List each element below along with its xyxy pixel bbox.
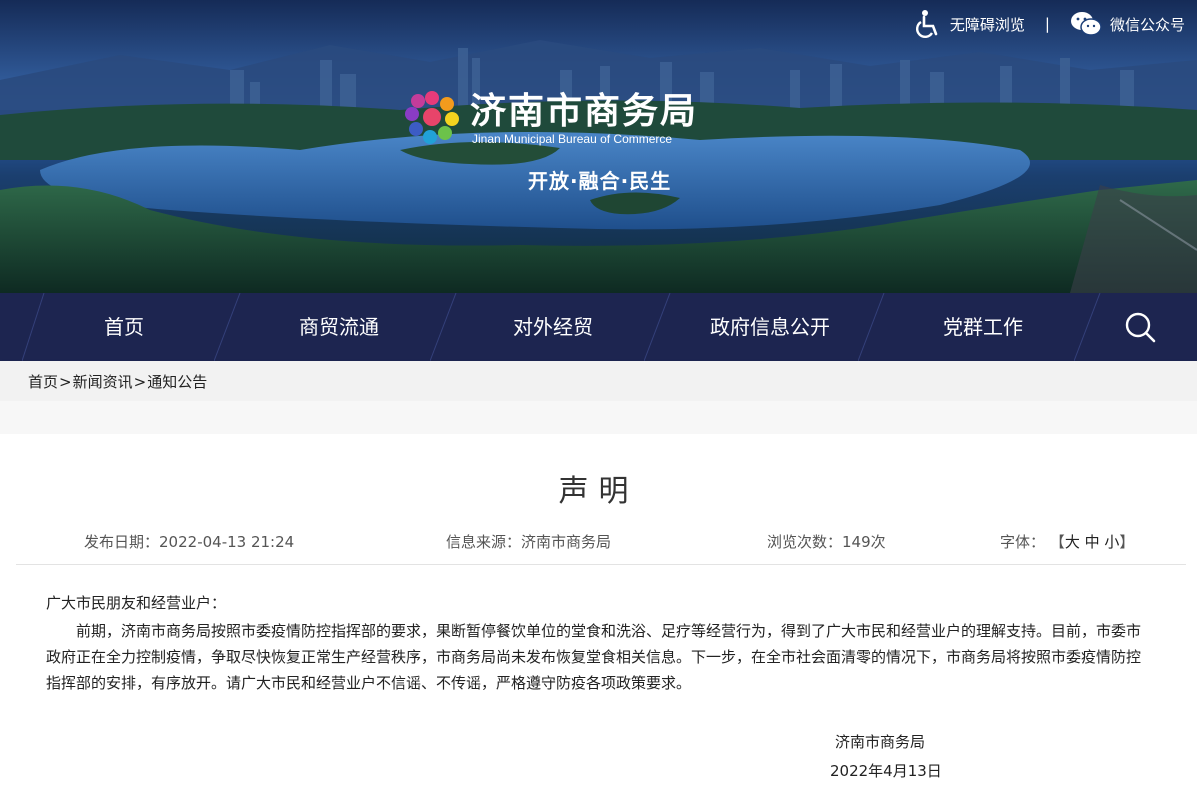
info-source-label: 信息来源：	[446, 533, 522, 551]
font-size-controls: 字体： 【大 中 小】	[1000, 531, 1134, 552]
article-date: 2022年4月13日	[830, 762, 942, 780]
article-title: 声明	[558, 474, 639, 509]
article-paragraph: 前期，济南市商务局按照市委疫情防控指挥部的要求，果断暂停餐饮单位的堂食和洗浴、足…	[46, 622, 1142, 692]
nav-divider	[430, 293, 457, 361]
accessibility-label: 无障碍浏览	[949, 15, 1025, 34]
wechat-label: 微信公众号	[1109, 15, 1185, 34]
font-small-button[interactable]: 小	[1104, 533, 1119, 551]
breadcrumb-separator: >	[59, 373, 72, 391]
nav-item-gov-info[interactable]: 政府信息公开	[700, 293, 840, 361]
publish-date-value: 2022-04-13 21:24	[159, 533, 295, 551]
nav-item-party-work[interactable]: 党群工作	[918, 293, 1048, 361]
font-large-button[interactable]: 大	[1065, 533, 1080, 551]
view-count-label: 浏览次数：	[767, 533, 843, 551]
publish-date-label: 发布日期：	[84, 533, 160, 551]
breadcrumb-news[interactable]: 新闻资讯	[73, 373, 133, 391]
font-size-label: 字体：	[1000, 533, 1046, 551]
breadcrumb-bar: 首页>新闻资讯>通知公告	[0, 361, 1197, 401]
slogan: 开放·融合·民生	[528, 169, 672, 193]
wheelchair-icon	[915, 10, 938, 38]
nav-divider	[858, 293, 885, 361]
nav-item-home[interactable]: 首页	[64, 293, 184, 361]
article-body: 广大市民朋友和经营业户： 前期，济南市商务局按照市委疫情防控指挥部的要求，果断暂…	[46, 590, 1146, 696]
logo-emblem-icon	[405, 91, 459, 144]
header-banner: 无障碍浏览 | 微信公众号 济南市商务局 Jinan Municipal Bur…	[0, 0, 1197, 293]
font-bracket-close: 】	[1119, 533, 1135, 551]
view-count: 浏览次数：149次	[767, 531, 886, 552]
breadcrumb-separator: >	[133, 373, 147, 391]
nav-divider	[1074, 293, 1101, 361]
section-spacer	[0, 401, 1197, 434]
nav-item-foreign-trade[interactable]: 对外经贸	[488, 293, 618, 361]
nav-divider	[22, 293, 45, 361]
top-links-separator: |	[1044, 15, 1050, 33]
search-button[interactable]	[1118, 305, 1162, 349]
font-medium-button[interactable]: 中	[1085, 533, 1100, 551]
accessibility-link[interactable]: 无障碍浏览	[914, 9, 1025, 39]
nav-item-commerce[interactable]: 商贸流通	[274, 293, 404, 361]
article-greeting: 广大市民朋友和经营业户：	[46, 594, 227, 612]
site-logo[interactable]: 济南市商务局 Jinan Municipal Bureau of Commerc…	[400, 82, 740, 152]
logo-title: 济南市商务局	[470, 91, 699, 132]
nav-divider	[644, 293, 671, 361]
info-source-value: 济南市商务局	[521, 533, 612, 551]
wechat-link[interactable]: 微信公众号	[1070, 11, 1185, 37]
breadcrumb-notice[interactable]: 通知公告	[147, 373, 207, 391]
info-source: 信息来源：济南市商务局	[446, 531, 611, 552]
main-nav: 首页 商贸流通 对外经贸 政府信息公开 党群工作	[0, 293, 1197, 361]
article-signature: 济南市商务局	[835, 733, 926, 751]
meta-divider	[16, 564, 1186, 565]
breadcrumb-home[interactable]: 首页	[28, 373, 58, 391]
search-icon	[1125, 312, 1156, 343]
view-count-value: 149次	[842, 533, 886, 551]
wechat-icon	[1070, 12, 1102, 36]
nav-divider	[214, 293, 241, 361]
breadcrumb: 首页>新闻资讯>通知公告	[28, 371, 207, 392]
publish-date: 发布日期：2022-04-13 21:24	[84, 531, 294, 552]
logo-subtitle: Jinan Municipal Bureau of Commerce	[472, 132, 673, 146]
top-links: 无障碍浏览 | 微信公众号	[914, 8, 1185, 40]
font-bracket-open: 【	[1049, 533, 1065, 551]
